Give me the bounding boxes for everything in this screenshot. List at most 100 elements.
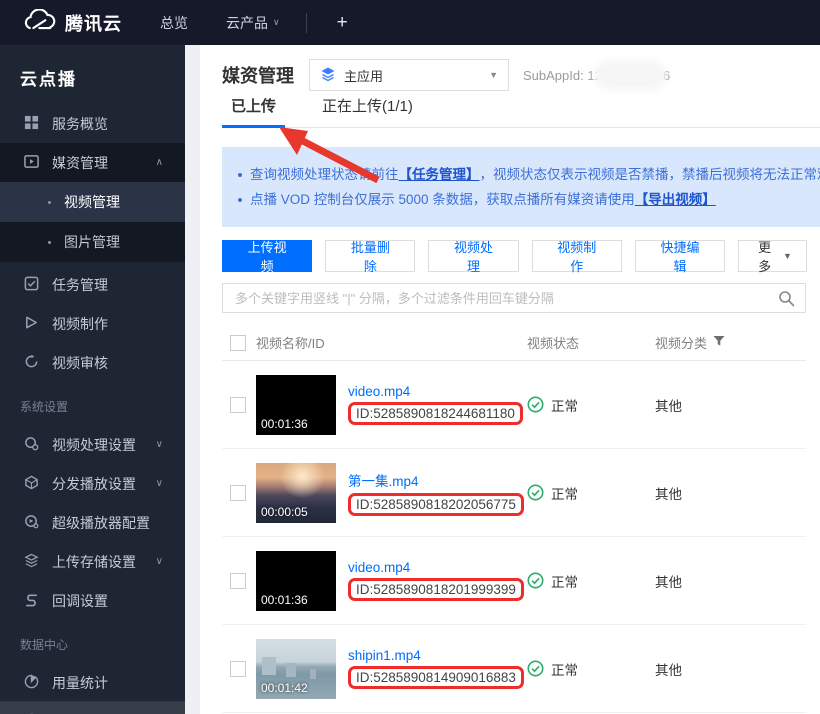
- sidebar-item-video-management[interactable]: 视频管理: [0, 182, 185, 222]
- quick-edit-button[interactable]: 快捷编辑: [635, 240, 725, 272]
- grid-icon: [24, 115, 39, 133]
- caret-down-icon: ▼: [489, 70, 498, 80]
- sidebar-item-video-review[interactable]: 视频审核: [0, 343, 185, 382]
- sidebar-section-data-center: 数据中心: [0, 620, 185, 663]
- sidebar-item-media-management[interactable]: 媒资管理 ∧: [0, 143, 185, 182]
- refresh-circle-icon: [24, 354, 39, 372]
- sidebar-content-gutter: [185, 45, 200, 714]
- upload-icon: [24, 553, 39, 571]
- select-all-checkbox[interactable]: [230, 335, 246, 351]
- video-duration: 00:01:36: [261, 417, 308, 431]
- video-table: 视频名称/ID 视频状态 视频分类 00:01:36: [222, 325, 806, 713]
- sidebar-item-task-management[interactable]: 任务管理: [0, 265, 185, 304]
- sidebar-item-usage-statistics[interactable]: 用量统计: [0, 663, 185, 702]
- sidebar-item-service-overview[interactable]: 服务概览: [0, 104, 185, 143]
- tab-bar: 已上传 正在上传(1/1): [222, 95, 820, 128]
- success-check-icon: [527, 660, 544, 677]
- video-status: 正常: [527, 571, 655, 591]
- video-status: 正常: [527, 659, 655, 679]
- top-navbar: 腾讯云 总览 云产品 ∨ +: [0, 0, 820, 45]
- search-input[interactable]: [223, 284, 805, 312]
- table-row: 00:00:05 第一集.mp4 ID:5285890818202056775 …: [222, 449, 806, 537]
- filter-funnel-icon[interactable]: [713, 335, 725, 350]
- tab-uploading[interactable]: 正在上传(1/1): [313, 95, 422, 127]
- task-check-icon: [24, 276, 39, 294]
- row-checkbox[interactable]: [230, 397, 246, 413]
- video-process-button[interactable]: 视频处理: [428, 240, 518, 272]
- sidebar-item-upload-storage-settings[interactable]: 上传存储设置 ∨: [0, 542, 185, 581]
- video-thumbnail[interactable]: 00:01:42: [256, 639, 336, 699]
- play-icon: [24, 315, 39, 333]
- video-name-link[interactable]: 第一集.mp4: [348, 470, 419, 490]
- video-name-link[interactable]: video.mp4: [348, 384, 410, 399]
- tab-uploaded[interactable]: 已上传: [222, 95, 285, 127]
- row-checkbox[interactable]: [230, 573, 246, 589]
- video-name-link[interactable]: shipin1.mp4: [348, 648, 421, 663]
- search-icon[interactable]: [778, 290, 795, 310]
- more-button[interactable]: 更多 ▼: [738, 240, 807, 272]
- add-tab-button[interactable]: +: [337, 12, 348, 34]
- app-selector-dropdown[interactable]: 主应用 ▼: [309, 59, 509, 91]
- video-id-highlight: ID:5285890818202056775: [348, 493, 524, 516]
- success-check-icon: [527, 484, 544, 501]
- alert-line-2: 点播 VOD 控制台仅展示 5000 条数据，获取点播所有媒资请使用【导出视频】: [238, 187, 820, 212]
- video-thumbnail[interactable]: 00:01:36: [256, 551, 336, 611]
- bullet-dot: [48, 201, 51, 204]
- toolbar: 上传视频 批量删除 视频处理 视频制作 快捷编辑 更多 ▼: [222, 240, 820, 272]
- chevron-up-icon[interactable]: ∧: [156, 157, 163, 168]
- cloud-logo-icon: [22, 9, 56, 36]
- video-category: 其他: [655, 483, 806, 503]
- cube-icon: [24, 475, 39, 493]
- video-id: ID:5285890814909016883: [356, 670, 516, 685]
- chevron-down-icon[interactable]: ∨: [156, 478, 163, 489]
- subappid-text: SubAppId: 1256: [523, 64, 670, 86]
- export-video-link[interactable]: 【导出视频】: [635, 187, 716, 212]
- upload-video-button[interactable]: 上传视频: [222, 240, 312, 272]
- row-checkbox[interactable]: [230, 485, 246, 501]
- batch-delete-button[interactable]: 批量删除: [325, 240, 415, 272]
- video-name-link[interactable]: video.mp4: [348, 560, 410, 575]
- info-alert: 查询视频处理状态请前往【任务管理】，视频状态仅表示视频是否禁播，禁播后视频将无法…: [222, 147, 820, 227]
- column-category: 视频分类: [655, 333, 707, 352]
- row-checkbox[interactable]: [230, 661, 246, 677]
- media-video-icon: [24, 154, 39, 172]
- pie-chart-icon: [24, 674, 39, 692]
- nav-overview[interactable]: 总览: [160, 13, 188, 33]
- app-selector-value: 主应用: [344, 66, 383, 85]
- success-check-icon: [527, 396, 544, 413]
- video-duration: 00:00:05: [261, 505, 308, 519]
- video-duration: 00:01:36: [261, 593, 308, 607]
- player-circle-icon: [24, 514, 39, 532]
- video-category: 其他: [655, 571, 806, 591]
- video-id: ID:5285890818244681180: [356, 406, 515, 421]
- horizontal-scrollbar[interactable]: [0, 701, 185, 714]
- layers-icon: [320, 66, 336, 85]
- video-category: 其他: [655, 395, 806, 415]
- chevron-down-icon[interactable]: ∨: [156, 556, 163, 567]
- caret-down-icon: ∨: [273, 17, 280, 28]
- sidebar-item-image-management[interactable]: 图片管理: [0, 222, 185, 262]
- video-id: ID:5285890818201999399: [356, 582, 516, 597]
- nav-cloud-products[interactable]: 云产品 ∨: [226, 13, 280, 33]
- sidebar-item-superplayer-config[interactable]: 超级播放器配置: [0, 503, 185, 542]
- caret-down-icon: ▼: [783, 251, 792, 261]
- video-id-highlight: ID:5285890814909016883: [348, 666, 524, 689]
- sidebar-item-video-production[interactable]: 视频制作: [0, 304, 185, 343]
- task-management-link[interactable]: 【任务管理】: [399, 162, 480, 187]
- sidebar-item-video-processing-settings[interactable]: 视频处理设置 ∨: [0, 425, 185, 464]
- gear-icon: [24, 436, 39, 454]
- video-produce-button[interactable]: 视频制作: [532, 240, 622, 272]
- tencent-cloud-brand[interactable]: 腾讯云: [22, 9, 122, 36]
- video-status: 正常: [527, 483, 655, 503]
- page-title: 媒资管理: [222, 62, 294, 88]
- bullet-dot: [238, 198, 242, 202]
- table-row: 00:01:42 shipin1.mp4 ID:5285890814909016…: [222, 625, 806, 713]
- sidebar-section-system-settings: 系统设置: [0, 382, 185, 425]
- bullet-dot: [238, 173, 242, 177]
- chevron-down-icon[interactable]: ∨: [156, 439, 163, 450]
- video-thumbnail[interactable]: 00:00:05: [256, 463, 336, 523]
- video-thumbnail[interactable]: 00:01:36: [256, 375, 336, 435]
- sidebar-item-callback-settings[interactable]: 回调设置: [0, 581, 185, 620]
- sidebar-item-distribution-settings[interactable]: 分发播放设置 ∨: [0, 464, 185, 503]
- vod-console-window: 腾讯云 总览 云产品 ∨ + 云点播 服务概览: [0, 0, 820, 714]
